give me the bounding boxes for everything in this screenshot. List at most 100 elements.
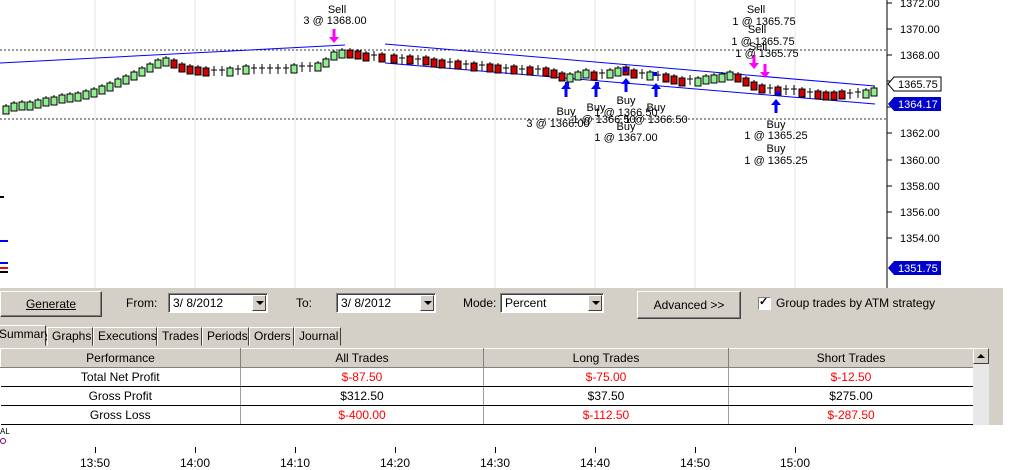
candle-body — [678, 77, 686, 87]
candle-body — [870, 87, 878, 97]
candle-body — [42, 97, 50, 107]
fill-marker — [623, 68, 627, 72]
bottom-price-tag: 1351.75 — [888, 261, 941, 275]
tab-journal[interactable]: Journal — [294, 327, 341, 346]
mode-label: Mode: — [463, 296, 497, 310]
column-header[interactable]: All Trades — [240, 348, 484, 368]
row-label: Total Net Profit — [0, 367, 241, 387]
trade-annotation: Buy — [767, 143, 786, 155]
candle-body — [146, 63, 154, 73]
candle-body — [590, 71, 598, 81]
mode-select[interactable]: Percent — [500, 293, 604, 313]
tab-orders[interactable]: Orders — [249, 327, 294, 346]
candle-body — [106, 82, 114, 92]
candle-body — [170, 59, 178, 69]
generate-button[interactable]: Generate — [0, 291, 102, 317]
tab-periods[interactable]: Periods — [202, 327, 249, 346]
candle-body — [542, 67, 550, 77]
price-label: 1372.00 — [900, 0, 940, 10]
table-scrollbar[interactable] — [973, 348, 989, 425]
trade-annotation: Sell — [747, 4, 765, 16]
advanced-button-label: Advanced >> — [653, 298, 725, 312]
candle-body — [862, 89, 870, 99]
tab-orders-label: Orders — [254, 329, 291, 343]
tab-trades[interactable]: Trades — [157, 327, 202, 346]
tab-journal-label: Journal — [299, 329, 339, 343]
table-row[interactable]: Gross Profit $312.50 $37.50 $275.00 — [0, 386, 974, 406]
tab-periods-label: Periods — [207, 329, 248, 343]
candle-body — [66, 93, 74, 103]
to-date-picker[interactable]: 3/ 8/2012 — [336, 293, 436, 313]
trade-annotation: Buy — [647, 102, 666, 114]
candle-body — [162, 57, 170, 67]
price-chart[interactable]: Sell3 @ 1368.00Buy3 @ 1366.00Buy1 @ 1366… — [0, 0, 955, 288]
column-header[interactable]: Performance — [0, 348, 241, 368]
table-row[interactable]: Gross Loss $-400.00 $-112.50 $-287.50 — [0, 405, 974, 425]
candle-body — [90, 88, 98, 98]
candle-body — [354, 50, 362, 60]
column-header[interactable]: Long Trades — [483, 348, 729, 368]
chevron-down-icon[interactable] — [588, 295, 602, 311]
group-trades-label: Group trades by ATM strategy — [776, 296, 936, 310]
candle-body — [202, 67, 210, 77]
from-date-picker[interactable]: 3/ 8/2012 — [168, 293, 268, 313]
candle-body — [574, 71, 582, 81]
from-date-value: 3/ 8/2012 — [173, 296, 224, 310]
time-tick — [95, 447, 96, 453]
candle-body — [734, 73, 742, 83]
scroll-up-icon[interactable] — [973, 348, 989, 364]
row-label: Gross Loss — [0, 405, 241, 425]
price-label: 1354.00 — [900, 233, 940, 245]
performance-table: Performance All Trades Long Trades Short… — [0, 348, 988, 425]
candle-body — [582, 69, 590, 79]
trade-annotation: Sell — [748, 24, 766, 36]
candle-body — [814, 90, 822, 100]
table-row[interactable]: Total Net Profit $-87.50 $-75.00 $-12.50 — [0, 367, 974, 387]
candle-body — [114, 78, 122, 88]
candle-body — [226, 67, 234, 77]
price-label: 1362.00 — [900, 128, 940, 140]
advanced-button[interactable]: Advanced >> — [637, 291, 741, 319]
time-label: 14:30 — [479, 456, 511, 470]
cell-value: $-12.50 — [728, 367, 974, 387]
tab-summary-label: Summary — [0, 327, 51, 341]
price-label: 1358.00 — [900, 181, 940, 193]
tab-executions[interactable]: Executions — [93, 327, 157, 346]
candle-body — [178, 63, 186, 73]
chevron-down-icon[interactable] — [420, 295, 434, 311]
candle-body — [130, 71, 138, 81]
group-trades-checkbox[interactable] — [758, 295, 771, 310]
trade-annotation: 1 @ 1365.25 — [744, 155, 807, 167]
candle-body — [550, 69, 558, 79]
candle-body — [798, 88, 806, 98]
table-header-row: Performance All Trades Long Trades Short… — [0, 348, 974, 368]
candle-body — [670, 75, 678, 85]
mode-value: Percent — [505, 296, 547, 310]
fill-marker — [565, 82, 569, 86]
price-label: 1356.00 — [900, 207, 940, 219]
time-label: 13:50 — [79, 456, 111, 470]
candle-body — [838, 90, 846, 100]
from-label: From: — [126, 296, 158, 310]
trade-annotation: 1 @ 1365.75 — [735, 48, 798, 60]
chevron-down-icon[interactable] — [252, 295, 266, 311]
time-tick — [795, 447, 796, 453]
to-label: To: — [296, 296, 313, 310]
candle-body — [98, 85, 106, 95]
bid-price-tag: 1364.17 — [888, 97, 941, 111]
bid-price-label: 1364.17 — [898, 99, 938, 111]
cell-value: $275.00 — [728, 386, 974, 406]
tab-summary[interactable]: Summary — [0, 325, 50, 346]
candle-body — [18, 101, 26, 111]
candle-body — [454, 60, 462, 70]
time-tick — [295, 447, 296, 453]
price-label: 1370.00 — [900, 24, 940, 36]
candle-body — [74, 92, 82, 102]
last-price-tag: 1365.75 — [887, 76, 942, 92]
candle-body — [2, 105, 10, 115]
trade-annotation: Buy — [617, 95, 636, 107]
column-header[interactable]: Short Trades — [728, 348, 974, 368]
tab-graphs[interactable]: Graphs — [47, 327, 93, 346]
candle-body — [430, 58, 438, 68]
tab-executions-label: Executions — [98, 329, 157, 343]
